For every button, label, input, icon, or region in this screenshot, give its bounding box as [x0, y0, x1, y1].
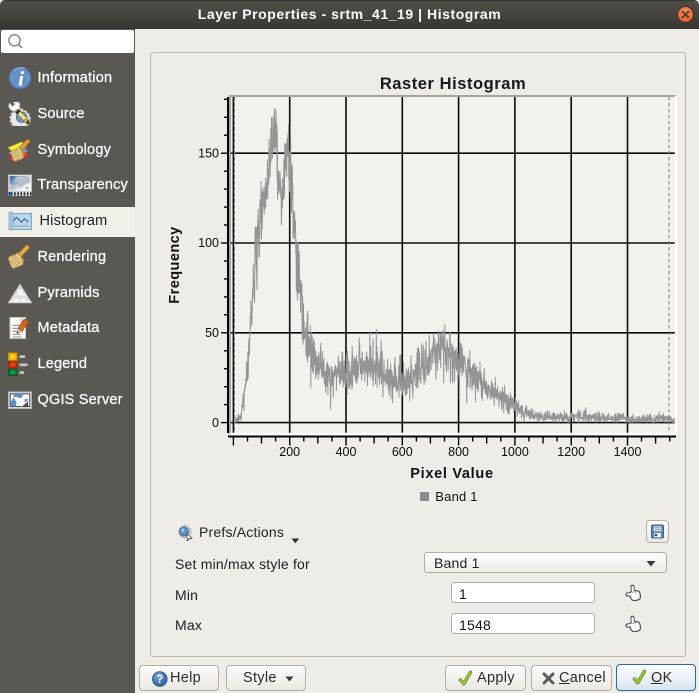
svg-text:Frequency: Frequency — [167, 226, 183, 303]
svg-text:800: 800 — [448, 445, 469, 459]
svg-text:1000: 1000 — [501, 445, 529, 459]
svg-text:100: 100 — [198, 236, 219, 250]
svg-text:150: 150 — [198, 146, 219, 160]
svg-text:50: 50 — [205, 326, 219, 340]
svg-text:200: 200 — [279, 445, 300, 459]
svg-text:600: 600 — [392, 445, 413, 459]
svg-text:1400: 1400 — [614, 445, 642, 459]
svg-text:0: 0 — [212, 416, 219, 430]
svg-text:?: ? — [156, 674, 163, 686]
svg-text:1200: 1200 — [557, 445, 585, 459]
svg-text:400: 400 — [336, 445, 357, 459]
svg-text:Pixel Value: Pixel Value — [410, 466, 493, 482]
